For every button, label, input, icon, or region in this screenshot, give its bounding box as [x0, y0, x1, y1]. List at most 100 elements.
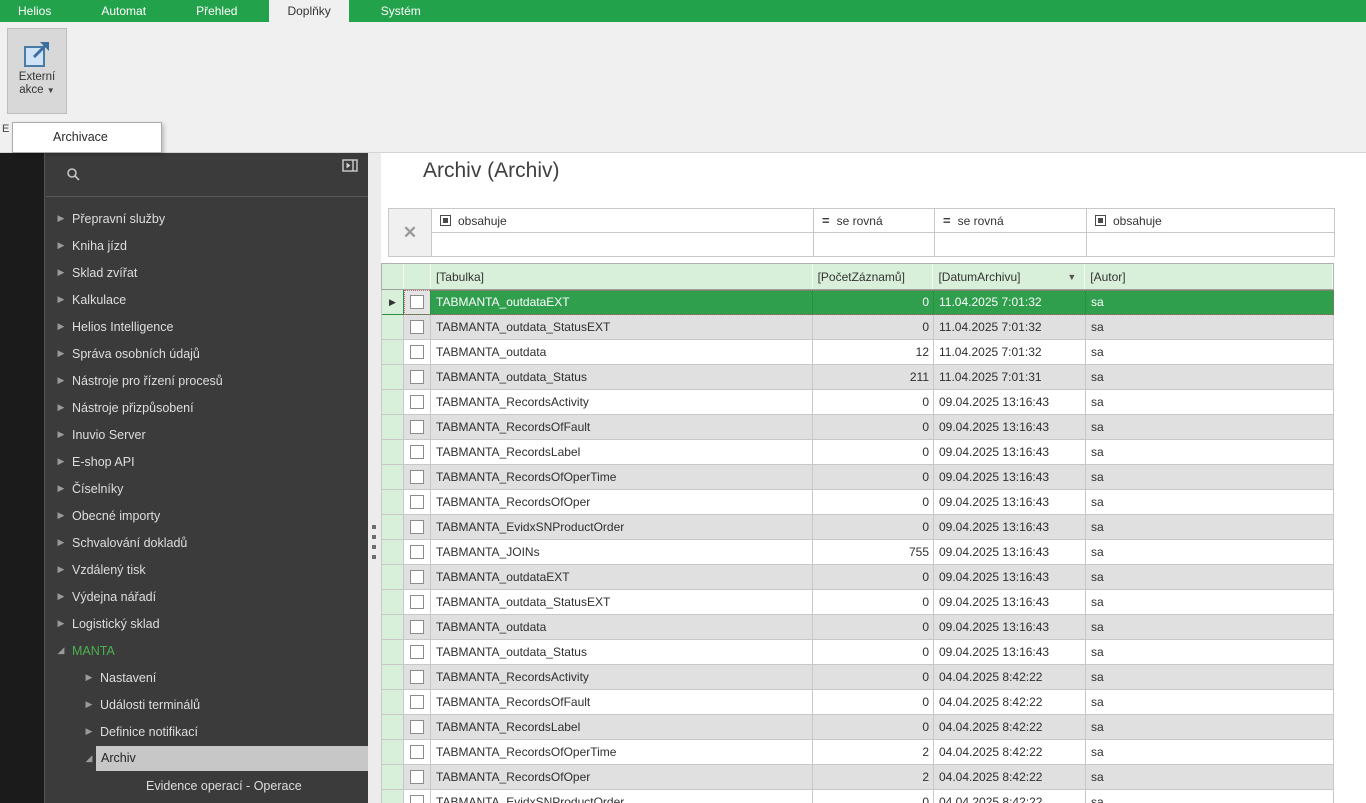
cell-tabulka[interactable]: TABMANTA_EvidxSNProductOrder: [431, 790, 813, 803]
menu-tab-helios[interactable]: Helios: [0, 0, 69, 22]
cell-datum-archivu[interactable]: 11.04.2025 7:01:32: [934, 290, 1086, 315]
cell-tabulka[interactable]: TABMANTA_outdata_StatusEXT: [431, 590, 813, 615]
tree-item-definice-notifikac-[interactable]: ▶Definice notifikací: [46, 718, 368, 745]
menu-tab-přehled[interactable]: Přehled: [178, 0, 255, 22]
cell-pocet-zaznamu[interactable]: 12: [813, 340, 934, 365]
cell-tabulka[interactable]: TABMANTA_outdata: [431, 340, 813, 365]
tree-item-manta[interactable]: ◢MANTA: [46, 637, 368, 664]
row-checkbox[interactable]: [410, 720, 424, 734]
cell-datum-archivu[interactable]: 09.04.2025 13:16:43: [934, 465, 1086, 490]
cell-pocet-zaznamu[interactable]: 0: [813, 465, 934, 490]
cell-datum-archivu[interactable]: 04.04.2025 8:42:22: [934, 690, 1086, 715]
cell-tabulka[interactable]: TABMANTA_outdata_Status: [431, 365, 813, 390]
cell-datum-archivu[interactable]: 11.04.2025 7:01:32: [934, 340, 1086, 365]
cell-datum-archivu[interactable]: 04.04.2025 8:42:22: [934, 665, 1086, 690]
tree-collapsed-icon[interactable]: ▶: [54, 267, 68, 278]
row-checkbox[interactable]: [410, 745, 424, 759]
tree-collapsed-icon[interactable]: ▶: [54, 537, 68, 548]
tree-item-obecn-importy[interactable]: ▶Obecné importy: [46, 502, 368, 529]
tree-item-vzd-len-tisk[interactable]: ▶Vzdálený tisk: [46, 556, 368, 583]
table-row[interactable]: TABMANTA_EvidxSNProductOrder004.04.2025 …: [382, 790, 1334, 803]
tree-collapsed-icon[interactable]: ▶: [54, 564, 68, 575]
tree-collapsed-icon[interactable]: ▶: [54, 429, 68, 440]
cell-autor[interactable]: sa: [1086, 790, 1334, 803]
tree-item-v-dejna-n-ad-[interactable]: ▶Výdejna nářadí: [46, 583, 368, 610]
filter-value-input-3[interactable]: [1087, 233, 1334, 256]
table-row[interactable]: TABMANTA_RecordsOfOperTime009.04.2025 13…: [382, 465, 1334, 490]
cell-pocet-zaznamu[interactable]: 0: [813, 590, 934, 615]
cell-pocet-zaznamu[interactable]: 0: [813, 490, 934, 515]
table-row[interactable]: TABMANTA_RecordsLabel004.04.2025 8:42:22…: [382, 715, 1334, 740]
row-checkbox[interactable]: [410, 770, 424, 784]
table-row[interactable]: TABMANTA_outdata_StatusEXT011.04.2025 7:…: [382, 315, 1334, 340]
cell-pocet-zaznamu[interactable]: 0: [813, 665, 934, 690]
table-row[interactable]: TABMANTA_outdata1211.04.2025 7:01:32sa: [382, 340, 1334, 365]
cell-autor[interactable]: sa: [1086, 590, 1334, 615]
sidebar-search[interactable]: [46, 153, 368, 197]
tree-collapsed-icon[interactable]: ▶: [54, 375, 68, 386]
cell-datum-archivu[interactable]: 09.04.2025 13:16:43: [934, 415, 1086, 440]
table-row[interactable]: TABMANTA_RecordsActivity009.04.2025 13:1…: [382, 390, 1334, 415]
tree-item-inuvio-server[interactable]: ▶Inuvio Server: [46, 421, 368, 448]
cell-pocet-zaznamu[interactable]: 0: [813, 690, 934, 715]
tree-collapsed-icon[interactable]: ▶: [54, 348, 68, 359]
cell-pocet-zaznamu[interactable]: 755: [813, 540, 934, 565]
table-row[interactable]: TABMANTA_outdata_StatusEXT009.04.2025 13…: [382, 590, 1334, 615]
cell-pocet-zaznamu[interactable]: 0: [813, 615, 934, 640]
tree-collapsed-icon[interactable]: ▶: [54, 456, 68, 467]
table-row[interactable]: TABMANTA_outdataEXT009.04.2025 13:16:43s…: [382, 565, 1334, 590]
tree-item-archiv[interactable]: ◢Archiv: [46, 745, 368, 772]
cell-datum-archivu[interactable]: 11.04.2025 7:01:31: [934, 365, 1086, 390]
table-row[interactable]: TABMANTA_RecordsOfFault009.04.2025 13:16…: [382, 415, 1334, 440]
tree-item-p-epravn-slu-by[interactable]: ▶Přepravní služby: [46, 205, 368, 232]
table-row[interactable]: TABMANTA_RecordsActivity004.04.2025 8:42…: [382, 665, 1334, 690]
cell-pocet-zaznamu[interactable]: 0: [813, 515, 934, 540]
row-checkbox[interactable]: [410, 495, 424, 509]
filter-operator-3[interactable]: obsahuje: [1087, 209, 1334, 233]
cell-pocet-zaznamu[interactable]: 2: [813, 765, 934, 790]
row-checkbox[interactable]: [410, 395, 424, 409]
tree-item-kalkulace[interactable]: ▶Kalkulace: [46, 286, 368, 313]
cell-datum-archivu[interactable]: 09.04.2025 13:16:43: [934, 390, 1086, 415]
row-checkbox[interactable]: [410, 445, 424, 459]
cell-pocet-zaznamu[interactable]: 0: [813, 790, 934, 803]
tree-collapsed-icon[interactable]: ▶: [54, 510, 68, 521]
cell-datum-archivu[interactable]: 09.04.2025 13:16:43: [934, 615, 1086, 640]
cell-tabulka[interactable]: TABMANTA_RecordsOfFault: [431, 415, 813, 440]
cell-tabulka[interactable]: TABMANTA_RecordsOfFault: [431, 690, 813, 715]
tree-item-helios-intelligence[interactable]: ▶Helios Intelligence: [46, 313, 368, 340]
column-header-2[interactable]: [DatumArchivu]▼: [933, 264, 1085, 289]
filter-value-input-0[interactable]: [432, 233, 813, 256]
cell-tabulka[interactable]: TABMANTA_RecordsActivity: [431, 665, 813, 690]
cell-autor[interactable]: sa: [1086, 290, 1334, 315]
tree-item-ud-losti-termin-l-[interactable]: ▶Události terminálů: [46, 691, 368, 718]
cell-datum-archivu[interactable]: 09.04.2025 13:16:43: [934, 490, 1086, 515]
dropdown-item-archivace[interactable]: Archivace: [13, 123, 161, 152]
row-checkbox[interactable]: [410, 670, 424, 684]
cell-datum-archivu[interactable]: 04.04.2025 8:42:22: [934, 740, 1086, 765]
cell-autor[interactable]: sa: [1086, 365, 1334, 390]
cell-pocet-zaznamu[interactable]: 0: [813, 290, 934, 315]
cell-pocet-zaznamu[interactable]: 0: [813, 640, 934, 665]
filter-value-input-2[interactable]: [935, 233, 1086, 256]
cell-autor[interactable]: sa: [1086, 690, 1334, 715]
cell-autor[interactable]: sa: [1086, 765, 1334, 790]
cell-datum-archivu[interactable]: 09.04.2025 13:16:43: [934, 565, 1086, 590]
row-checkbox[interactable]: [410, 595, 424, 609]
table-row[interactable]: TABMANTA_RecordsOfOper009.04.2025 13:16:…: [382, 490, 1334, 515]
table-row[interactable]: TABMANTA_RecordsOfFault004.04.2025 8:42:…: [382, 690, 1334, 715]
cell-autor[interactable]: sa: [1086, 415, 1334, 440]
menu-tab-automat[interactable]: Automat: [83, 0, 164, 22]
table-row[interactable]: TABMANTA_outdata_Status009.04.2025 13:16…: [382, 640, 1334, 665]
column-header-3[interactable]: [Autor]: [1085, 264, 1333, 289]
cell-pocet-zaznamu[interactable]: 0: [813, 440, 934, 465]
tree-item-evidence-operac-operace[interactable]: Evidence operací - Operace: [46, 772, 368, 799]
cell-autor[interactable]: sa: [1086, 565, 1334, 590]
cell-datum-archivu[interactable]: 09.04.2025 13:16:43: [934, 515, 1086, 540]
cell-tabulka[interactable]: TABMANTA_JOINs: [431, 540, 813, 565]
row-checkbox[interactable]: [410, 420, 424, 434]
cell-tabulka[interactable]: TABMANTA_RecordsLabel: [431, 440, 813, 465]
cell-tabulka[interactable]: TABMANTA_outdata: [431, 615, 813, 640]
cell-pocet-zaznamu[interactable]: 0: [813, 565, 934, 590]
cell-autor[interactable]: sa: [1086, 615, 1334, 640]
